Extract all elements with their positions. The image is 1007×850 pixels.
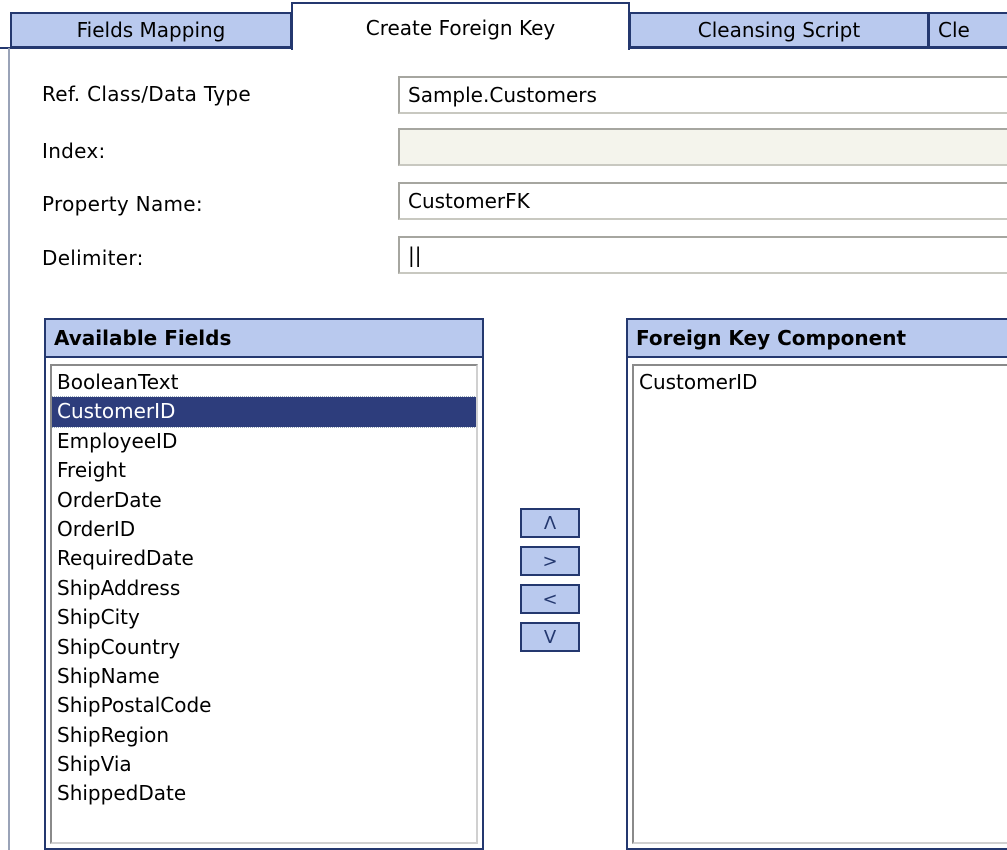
ref-class-field[interactable]: [398, 76, 1007, 114]
list-item[interactable]: EmployeeID: [52, 427, 476, 456]
property-name-label: Property Name:: [42, 192, 203, 216]
add-field-button[interactable]: >: [520, 546, 580, 576]
move-up-button[interactable]: Λ: [520, 508, 580, 538]
available-fields-panel: Available Fields BooleanText CustomerID Em…: [44, 318, 484, 850]
move-down-button[interactable]: V: [520, 622, 580, 652]
list-item[interactable]: ShipName: [52, 662, 476, 691]
tab-bar: Fields Mapping Create Foreign Key Cleans…: [0, 0, 1007, 50]
list-item[interactable]: OrderDate: [52, 486, 476, 515]
foreign-key-component-header: Foreign Key Component: [628, 320, 1007, 358]
remove-field-button[interactable]: <: [520, 584, 580, 614]
tab-truncated[interactable]: Cle: [928, 12, 1007, 48]
list-item[interactable]: ShipCountry: [52, 633, 476, 662]
available-fields-list[interactable]: BooleanText CustomerID EmployeeID Freight Or…: [50, 364, 478, 844]
index-label: Index:: [42, 139, 106, 163]
list-item[interactable]: ShipAddress: [52, 574, 476, 603]
list-item[interactable]: ShipPostalCode: [52, 691, 476, 720]
list-item[interactable]: ShippedDate: [52, 779, 476, 808]
list-item[interactable]: ShipCity: [52, 603, 476, 632]
delimiter-field[interactable]: [398, 236, 1007, 274]
ref-class-label: Ref. Class/Data Type: [42, 82, 252, 106]
content-border: [8, 48, 10, 850]
tab-fields-mapping[interactable]: Fields Mapping: [10, 12, 292, 48]
list-item[interactable]: CustomerID: [52, 396, 476, 428]
list-item[interactable]: ShipVia: [52, 750, 476, 779]
index-field[interactable]: [398, 128, 1007, 166]
tab-create-foreign-key[interactable]: Create Foreign Key: [291, 2, 630, 50]
list-item[interactable]: BooleanText: [52, 368, 476, 397]
list-item[interactable]: ShipRegion: [52, 721, 476, 750]
delimiter-label: Delimiter:: [42, 246, 144, 270]
list-item[interactable]: OrderID: [52, 515, 476, 544]
list-item[interactable]: CustomerID: [634, 368, 1007, 397]
foreign-key-component-list[interactable]: CustomerID: [632, 364, 1007, 844]
foreign-key-component-panel: Foreign Key Component CustomerID: [626, 318, 1007, 850]
tab-cleansing-script[interactable]: Cleansing Script: [629, 12, 929, 48]
list-item[interactable]: Freight: [52, 456, 476, 485]
available-fields-header: Available Fields: [46, 320, 482, 358]
list-item[interactable]: RequiredDate: [52, 544, 476, 573]
property-name-field[interactable]: [398, 182, 1007, 220]
